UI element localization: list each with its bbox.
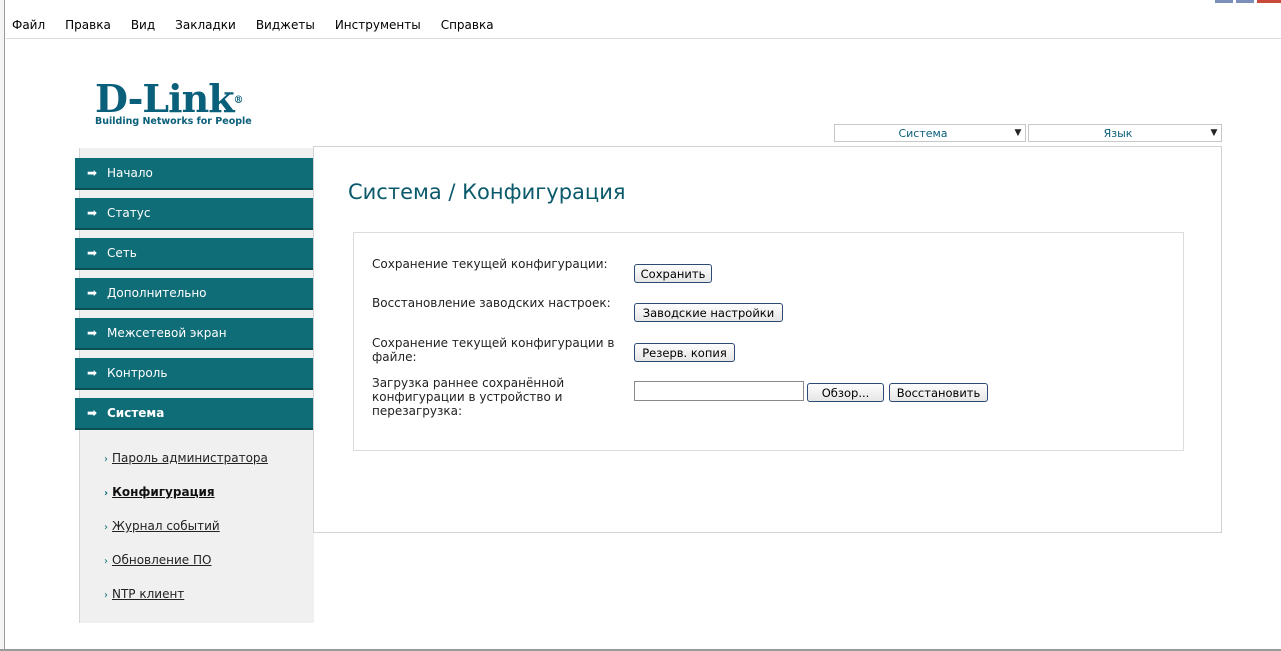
menu-edit[interactable]: Правка — [65, 18, 111, 32]
logo-tagline: Building Networks for People — [95, 116, 252, 127]
submenu-label: Пароль администратора — [112, 451, 268, 465]
arrow-right-icon: ➡ — [87, 326, 98, 340]
config-file-input[interactable] — [634, 381, 804, 401]
save-config-label: Сохранение текущей конфигурации: — [372, 257, 608, 271]
submenu-label: Обновление ПО — [112, 553, 212, 567]
submenu-label: NTP клиент — [112, 587, 185, 601]
close-control[interactable] — [1257, 0, 1281, 3]
bullet-icon: › — [104, 590, 108, 601]
arrow-right-icon: ➡ — [87, 286, 98, 300]
arrow-right-icon: ➡ — [87, 406, 98, 420]
bullet-icon: › — [104, 454, 108, 465]
backup-button[interactable]: Резерв. копия — [634, 343, 735, 362]
chevron-down-icon: ▼ — [1210, 128, 1218, 138]
nav-advanced[interactable]: ➡ Дополнительно — [75, 278, 314, 310]
submenu-label: Конфигурация — [112, 485, 215, 499]
nav-label: Система — [107, 406, 165, 420]
nav-home[interactable]: ➡ Начало — [75, 158, 314, 190]
minimize-control[interactable] — [1215, 0, 1233, 3]
nav-label: Межсетевой экран — [107, 326, 227, 340]
logo-registered: ® — [233, 95, 244, 106]
menu-view[interactable]: Вид — [131, 18, 155, 32]
arrow-right-icon: ➡ — [87, 246, 98, 260]
browse-button[interactable]: Обзор... — [807, 383, 884, 402]
menu-help[interactable]: Справка — [441, 18, 494, 32]
nav-label: Контроль — [107, 366, 168, 380]
bullet-icon: › — [104, 556, 108, 567]
system-select[interactable]: Система ▼ — [834, 124, 1026, 142]
language-select[interactable]: Язык ▼ — [1028, 124, 1222, 142]
nav-system[interactable]: ➡ Система — [75, 398, 314, 430]
arrow-right-icon: ➡ — [87, 366, 98, 380]
window-frame-left — [0, 0, 5, 651]
factory-reset-label: Восстановление заводских настроек: — [372, 296, 611, 310]
logo-brand: D-Link — [95, 76, 235, 121]
submenu-firmware-update[interactable]: › Обновление ПО — [104, 553, 211, 567]
nav-control[interactable]: ➡ Контроль — [75, 358, 314, 390]
nav-status[interactable]: ➡ Статус — [75, 198, 314, 230]
factory-reset-button[interactable]: Заводские настройки — [634, 303, 783, 322]
nav-label: Начало — [107, 166, 153, 180]
page-title: Система / Конфигурация — [348, 180, 626, 204]
save-button[interactable]: Сохранить — [634, 264, 712, 283]
restore-button[interactable]: Восстановить — [889, 383, 988, 402]
menu-tools[interactable]: Инструменты — [335, 18, 421, 32]
nav-network[interactable]: ➡ Сеть — [75, 238, 314, 270]
submenu-admin-password[interactable]: › Пароль администратора — [104, 451, 268, 465]
chevron-down-icon: ▼ — [1014, 128, 1022, 138]
bullet-icon: › — [104, 522, 108, 533]
bullet-icon: › — [104, 488, 109, 499]
nav-label: Дополнительно — [107, 286, 207, 300]
language-select-value: Язык — [1103, 126, 1133, 140]
menu-widgets[interactable]: Виджеты — [256, 18, 315, 32]
menu-divider — [6, 38, 1281, 39]
submenu-configuration[interactable]: › Конфигурация — [104, 485, 215, 499]
menu-bar: Файл Правка Вид Закладки Виджеты Инструм… — [6, 14, 500, 36]
submenu-ntp-client[interactable]: › NTP клиент — [104, 587, 184, 601]
backup-label: Сохранение текущей конфигурации в файле: — [372, 336, 615, 364]
menu-file[interactable]: Файл — [12, 18, 45, 32]
nav-label: Сеть — [107, 246, 137, 260]
menu-bookmarks[interactable]: Закладки — [175, 18, 236, 32]
dlink-logo: D-Link® Building Networks for People — [95, 80, 275, 128]
submenu-label: Журнал событий — [112, 519, 220, 533]
arrow-right-icon: ➡ — [87, 166, 98, 180]
system-select-value: Система — [898, 126, 948, 140]
nav-label: Статус — [107, 206, 151, 220]
restore-label: Загрузка раннее сохранённой конфигурации… — [372, 376, 565, 418]
maximize-control[interactable] — [1236, 0, 1254, 3]
nav-firewall[interactable]: ➡ Межсетевой экран — [75, 318, 314, 350]
arrow-right-icon: ➡ — [87, 206, 98, 220]
submenu-event-log[interactable]: › Журнал событий — [104, 519, 220, 533]
